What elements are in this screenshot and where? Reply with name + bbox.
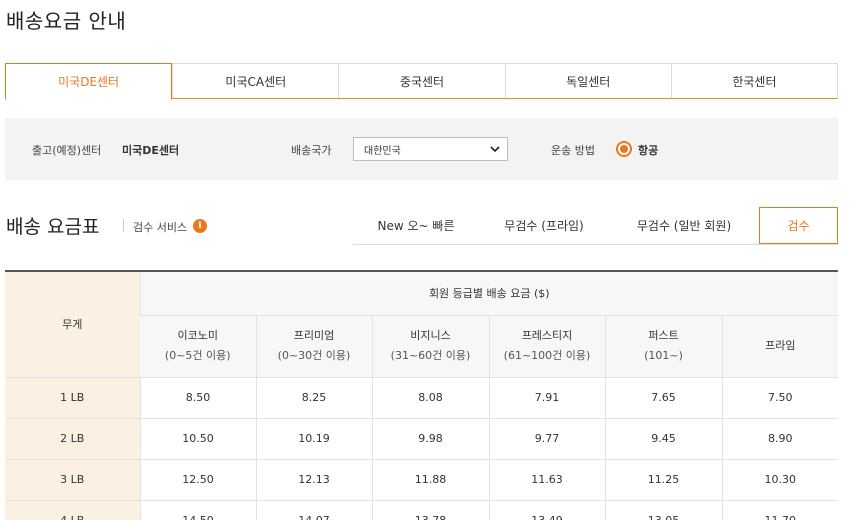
price-cell: 14.07 xyxy=(255,500,372,520)
tier-usage: (0~30건 이용) xyxy=(277,349,351,362)
tier-usage: (61~100건 이용) xyxy=(503,349,591,362)
shipping-filter-panel: 출고(예정)센터 미국DE센터 배송국가 대한민국 운송 방법 항공 xyxy=(5,118,838,180)
chevron-down-icon xyxy=(490,146,500,153)
tab-korea-center[interactable]: 한국센터 xyxy=(670,64,837,98)
price-cell: 7.50 xyxy=(721,377,839,419)
price-cell: 14.50 xyxy=(139,500,256,520)
tab-new-fast[interactable]: New 오~ 빠른 xyxy=(353,207,479,244)
center-tabs: 미국DE센터 미국CA센터 중국센터 독일센터 한국센터 xyxy=(5,63,838,100)
service-tabs: New 오~ 빠른 무검수 (프라임) 무검수 (일반 회원) 검수 xyxy=(353,207,838,245)
tier-header: 비지니스 (31~60건 이용) xyxy=(371,315,489,378)
tier-name: 프리미엄 xyxy=(293,329,335,342)
price-cell: 10.30 xyxy=(721,459,839,501)
rate-table: 무게 회원 등급별 배송 요금 ($) 이코노미 (0~5건 이용) 프리미엄 (0… xyxy=(5,270,839,520)
tab-inspection[interactable]: 검수 xyxy=(759,207,838,244)
table-row: 4 LB 14.50 14.07 13.78 13.49 13.05 11.70 xyxy=(5,500,839,520)
tier-name: 프라임 xyxy=(765,339,796,352)
rate-table-title: 배송 요금표 xyxy=(6,216,100,238)
price-cell: 9.77 xyxy=(488,418,605,460)
air-radio-button[interactable] xyxy=(616,141,632,157)
price-cell: 11.25 xyxy=(604,459,722,501)
price-cell: 12.50 xyxy=(139,459,256,501)
price-cell: 11.70 xyxy=(721,500,839,520)
table-row: 2 LB 10.50 10.19 9.98 9.77 9.45 8.90 xyxy=(5,418,839,460)
price-cell: 10.19 xyxy=(255,418,372,460)
weight-cell: 4 LB xyxy=(5,500,140,520)
price-cell: 13.49 xyxy=(488,500,605,520)
price-cell: 9.98 xyxy=(371,418,489,460)
price-cell: 9.45 xyxy=(604,418,722,460)
divider xyxy=(123,219,124,232)
price-cell: 13.05 xyxy=(604,500,722,520)
weight-cell: 1 LB xyxy=(5,377,140,419)
tab-us-ca-center[interactable]: 미국CA센터 xyxy=(172,64,338,98)
weight-header: 무게 xyxy=(5,271,140,378)
destination-country-value: 대한민국 xyxy=(364,145,401,157)
member-grade-header: 회원 등급별 배송 요금 ($) xyxy=(139,271,839,316)
tier-name: 프레스티지 xyxy=(521,329,573,342)
price-cell: 8.50 xyxy=(139,377,256,419)
tier-header: 프리미엄 (0~30건 이용) xyxy=(255,315,372,378)
table-row: 3 LB 12.50 12.13 11.88 11.63 11.25 10.30 xyxy=(5,459,839,501)
inspection-service-label: 검수 서비스 xyxy=(133,221,188,234)
weight-cell: 3 LB xyxy=(5,459,140,501)
origin-center-label: 출고(예정)센터 xyxy=(32,144,102,157)
destination-country-label: 배송국가 xyxy=(291,144,332,157)
tab-us-de-center[interactable]: 미국DE센터 xyxy=(5,63,173,100)
tier-header: 프라임 xyxy=(721,315,839,378)
price-cell: 13.78 xyxy=(371,500,489,520)
shipping-method-label: 운송 방법 xyxy=(551,144,595,157)
tier-header: 이코노미 (0~5건 이용) xyxy=(140,315,256,378)
tier-name: 이코노미 xyxy=(177,329,218,342)
price-cell: 8.90 xyxy=(721,418,839,460)
tier-header: 프레스티지 (61~100건 이용) xyxy=(488,315,605,378)
tier-usage: (31~60건 이용) xyxy=(390,349,471,362)
tier-name: 퍼스트 xyxy=(648,329,679,342)
info-icon[interactable]: i xyxy=(193,219,207,233)
price-cell: 8.25 xyxy=(255,377,372,419)
price-cell: 7.65 xyxy=(604,377,722,419)
price-cell: 12.13 xyxy=(255,459,372,501)
origin-center-value: 미국DE센터 xyxy=(122,144,180,157)
shipping-method-value: 항공 xyxy=(638,144,659,157)
weight-cell: 2 LB xyxy=(5,418,140,460)
price-cell: 10.50 xyxy=(139,418,256,460)
tier-usage: (0~5건 이용) xyxy=(164,349,231,362)
destination-country-select[interactable]: 대한민국 xyxy=(353,137,508,161)
tab-germany-center[interactable]: 독일센터 xyxy=(504,64,671,98)
tab-china-center[interactable]: 중국센터 xyxy=(338,64,504,98)
tier-header: 퍼스트 (101~) xyxy=(604,315,722,378)
tab-no-inspection-regular[interactable]: 무검수 (일반 회원) xyxy=(609,207,759,244)
page-title: 배송요금 안내 xyxy=(6,9,127,33)
tab-no-inspection-prime[interactable]: 무검수 (프라임) xyxy=(479,207,609,244)
tier-name: 비지니스 xyxy=(410,329,451,342)
table-row: 1 LB 8.50 8.25 8.08 7.91 7.65 7.50 xyxy=(5,377,839,419)
price-cell: 8.08 xyxy=(371,377,489,419)
price-cell: 11.88 xyxy=(371,459,489,501)
tier-usage: (101~) xyxy=(644,349,683,362)
price-cell: 7.91 xyxy=(488,377,605,419)
price-cell: 11.63 xyxy=(488,459,605,501)
